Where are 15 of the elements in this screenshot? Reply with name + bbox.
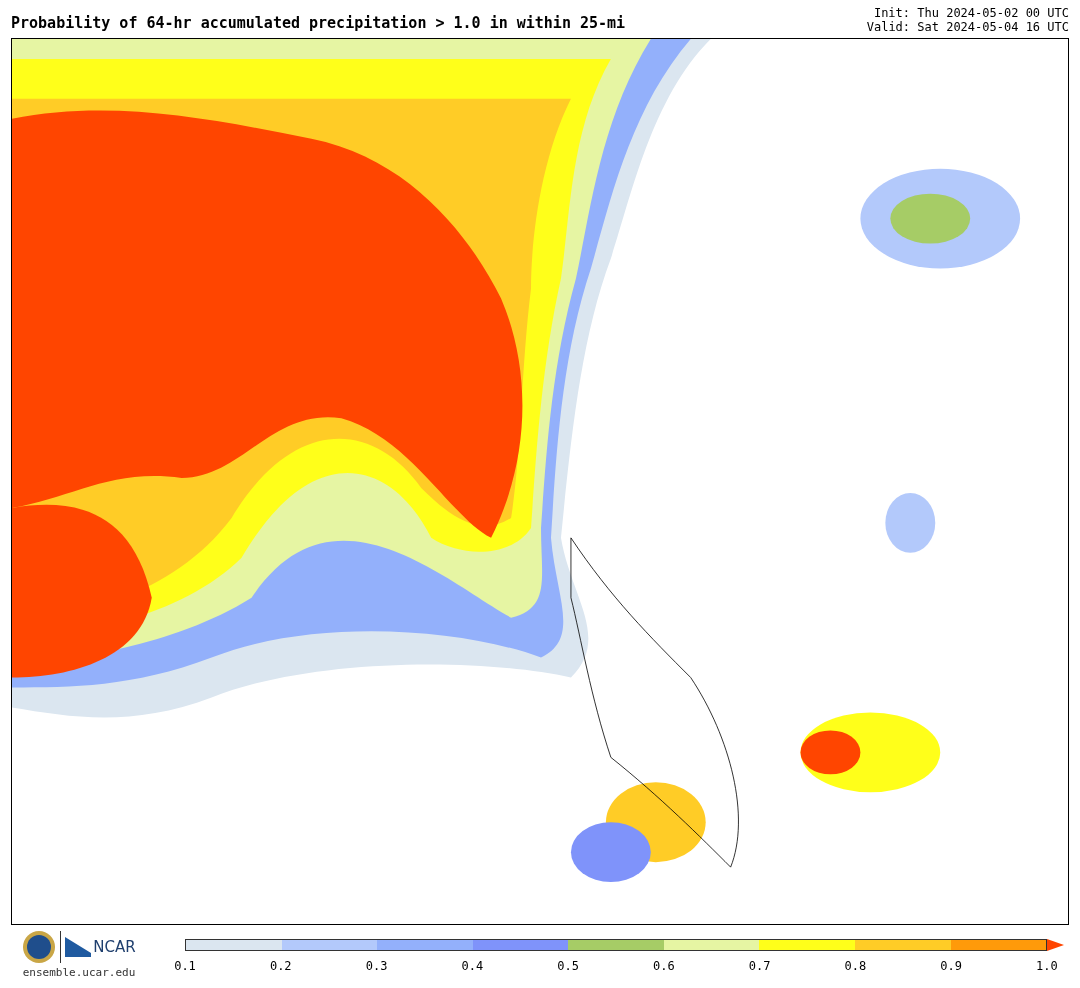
scale-tick-label: 0.6	[652, 958, 676, 975]
scale-tick-label: 0.7	[747, 958, 772, 975]
valid-time: Valid: Sat 2024-05-04 16 UTC	[866, 20, 1069, 34]
scale-tick-label: 0.3	[364, 958, 389, 975]
ncar-logo: NCAR	[93, 936, 136, 958]
scale-tick-label: 0.4	[460, 958, 485, 975]
scale-tick-label: 0.2	[268, 958, 293, 975]
scale-tick-label: 1.0	[1035, 958, 1059, 975]
chart-title: Probability of 64-hr accumulated precipitation > 1.0 in within 25-mi	[11, 12, 626, 34]
scale-tick-label: 0.8	[843, 958, 868, 975]
scale-tick-label: 0.9	[939, 958, 963, 975]
init-time: Init: Thu 2024-05-02 00 UTC	[873, 6, 1069, 20]
scale-tick-label: 0.1	[173, 958, 197, 975]
site-url: ensemble.ucar.edu	[22, 965, 136, 981]
scale-tick-label: 0.5	[556, 958, 580, 975]
